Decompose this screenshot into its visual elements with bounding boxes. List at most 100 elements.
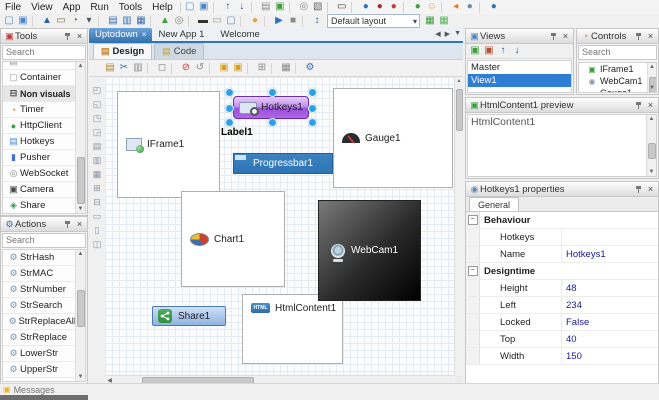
close-icon[interactable]: × [646, 101, 655, 110]
view-item[interactable]: Master [468, 61, 571, 74]
property-row[interactable]: Locked False [466, 314, 658, 331]
action-item[interactable]: ⚙StrMAC [3, 266, 76, 282]
menu-item[interactable]: View [26, 2, 58, 13]
property-row[interactable]: Behaviour [466, 212, 658, 229]
scroll-up-icon[interactable]: ▲ [648, 63, 656, 71]
window-icon[interactable]: ▢ [2, 15, 16, 27]
snapshot-icon[interactable]: ▦ [279, 62, 293, 74]
copy-stack-icon[interactable]: ▤ [259, 1, 273, 13]
lock-all-icon[interactable]: ▣ [231, 62, 245, 74]
feedback-icon[interactable]: ☺ [425, 1, 439, 13]
inspect-icon[interactable]: ◎ [172, 15, 186, 27]
tool-item[interactable]: ▤Hotkeys [3, 134, 76, 150]
tool-item[interactable]: ●HttpClient [3, 118, 76, 134]
lock-icon[interactable]: ▣ [217, 62, 231, 74]
build-icon[interactable]: ▲ [158, 15, 172, 27]
document-tab[interactable]: New App 1 [152, 28, 214, 41]
paste-icon[interactable]: ▥ [131, 62, 145, 74]
scroll-up-icon[interactable]: ▲ [76, 62, 85, 70]
expander-gutter[interactable] [466, 246, 480, 262]
stop-icon[interactable]: ■ [286, 15, 300, 27]
property-value[interactable]: 234 [562, 297, 658, 313]
disable-icon[interactable]: ⊘ [179, 62, 193, 74]
tools-search-input[interactable] [3, 47, 85, 58]
selection-handle[interactable] [225, 88, 234, 97]
align-top-icon[interactable]: ▦ [91, 169, 103, 179]
tool-item[interactable]: ◔Timer [3, 102, 76, 118]
save-layout-icon[interactable]: ▦ [437, 15, 451, 27]
expander-gutter[interactable] [466, 314, 480, 330]
history-back-icon[interactable]: ◂ [449, 1, 463, 13]
scroll-down-icon[interactable]: ▼ [76, 205, 85, 213]
property-value[interactable]: False [562, 314, 658, 330]
property-value[interactable]: Hotkeys1 [562, 246, 658, 262]
control-tree-item[interactable]: ◒Gauge1 [579, 87, 648, 92]
action-item[interactable]: ⚙StrReplace [3, 330, 76, 346]
tool-item[interactable]: ▤ [3, 62, 76, 70]
menu-item[interactable]: Tools [114, 2, 147, 13]
report-bug-icon[interactable]: ● [373, 1, 387, 13]
website-icon[interactable]: ● [411, 1, 425, 13]
control-tree-item[interactable]: ◉WebCam1 [579, 75, 648, 87]
console-icon[interactable]: ▢ [224, 15, 238, 27]
designer-options-icon[interactable]: ⚙ [303, 62, 317, 74]
property-value[interactable]: 40 [562, 331, 658, 347]
view-item[interactable]: View1 [468, 74, 571, 87]
menu-item[interactable]: App [58, 2, 86, 13]
help-icon[interactable]: ● [359, 1, 373, 13]
expander-gutter[interactable] [466, 229, 480, 245]
align-bottom-icon[interactable]: ⊟ [91, 197, 103, 207]
align-left-icon[interactable]: ◲ [91, 127, 103, 137]
tool-item[interactable]: ▢Container [3, 70, 76, 86]
save-icon[interactable]: ▤ [106, 15, 120, 27]
expander-gutter[interactable] [466, 263, 480, 279]
share-control[interactable]: Share1 [152, 306, 226, 326]
theme-icon[interactable]: ▲ [40, 15, 54, 27]
property-row[interactable]: Designtime [466, 263, 658, 280]
tool-item[interactable]: ▮Pusher [3, 150, 76, 166]
window-manager-icon[interactable]: ▣ [197, 1, 211, 13]
view-tab[interactable]: ▤Code [154, 43, 204, 59]
property-row[interactable]: Top 40 [466, 331, 658, 348]
scroll-up-icon[interactable]: ▲ [647, 115, 656, 123]
expander-gutter[interactable] [466, 280, 480, 296]
document-tab[interactable]: Welcome [214, 28, 269, 41]
property-row[interactable]: Hotkeys [466, 229, 658, 246]
scroll-down-icon[interactable]: ▼ [647, 168, 656, 176]
apply-layout-icon[interactable]: ▦ [423, 15, 437, 27]
history-caret-icon[interactable]: ▾ [82, 15, 96, 27]
pin-icon[interactable] [634, 32, 643, 41]
bring-forward-icon[interactable]: ◳ [91, 113, 103, 123]
notifications-icon[interactable]: ● [248, 15, 262, 27]
close-all-icon[interactable]: ● [387, 1, 401, 13]
window-options-icon[interactable]: ▣ [16, 15, 30, 27]
preview-monitor-icon[interactable]: ▭ [335, 1, 349, 13]
select-pointer-icon[interactable]: ◰ [91, 85, 103, 95]
pin-icon[interactable] [634, 101, 643, 110]
scroll-down-icon[interactable]: ▼ [648, 84, 656, 92]
collapse-icon[interactable] [468, 266, 478, 276]
recent-history-icon[interactable]: ◔ [68, 15, 82, 27]
tool-item[interactable]: ◈Share [3, 198, 76, 213]
scroll-down-icon[interactable]: ▼ [76, 373, 85, 381]
expander-gutter[interactable] [466, 348, 480, 364]
selection-handle[interactable] [308, 88, 317, 97]
property-value[interactable]: 150 [562, 348, 658, 364]
pin-icon[interactable] [549, 32, 558, 41]
tool-item[interactable]: ⊟Non visuals [3, 86, 76, 102]
property-value[interactable] [562, 229, 658, 245]
canvas-vertical-scrollbar[interactable]: ▲ [454, 77, 463, 376]
document-tab[interactable]: Uptodown× [89, 28, 152, 41]
selection-handle[interactable] [308, 104, 317, 113]
run-light-icon[interactable]: ▭ [210, 15, 224, 27]
align-middle-icon[interactable]: ⊞ [91, 183, 103, 193]
expander-gutter[interactable] [466, 212, 480, 228]
save-all-icon[interactable]: ▦ [134, 15, 148, 27]
control-tree-item[interactable]: ▣IFrame1 [579, 63, 648, 75]
action-item[interactable]: ⚙SplitStr [3, 378, 76, 381]
close-tab-icon[interactable]: × [142, 30, 147, 39]
same-width-icon[interactable]: ▭ [91, 211, 103, 221]
action-item[interactable]: ⚙UpperStr [3, 362, 76, 378]
copy-icon[interactable]: ▤ [103, 62, 117, 74]
hotkeys-control[interactable]: Hotkeys1 [233, 96, 309, 119]
